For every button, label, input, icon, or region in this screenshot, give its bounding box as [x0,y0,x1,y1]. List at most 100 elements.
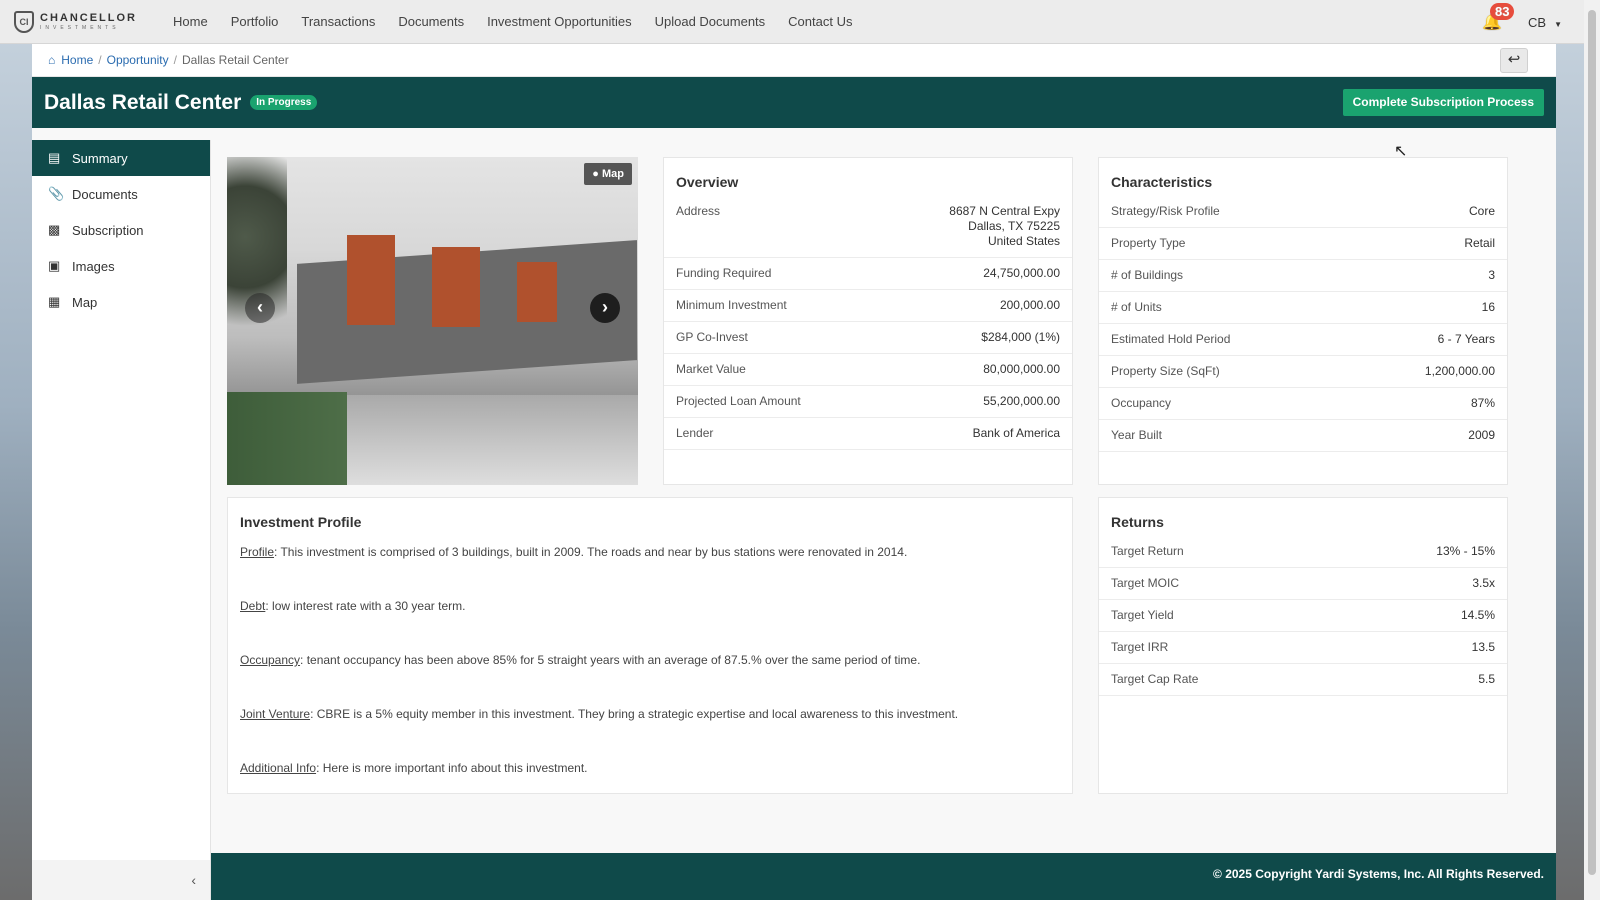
user-menu[interactable]: CB ▼ [1528,15,1562,30]
property-image-carousel[interactable]: ● Map ‹ › [227,157,638,485]
profile-paragraph-label: Debt [240,599,266,613]
main-nav: Home Portfolio Transactions Documents In… [162,14,864,29]
sidebar-collapse-button[interactable]: ‹ [32,860,210,900]
characteristics-row: Estimated Hold Period 6 - 7 Years [1099,324,1507,356]
profile-paragraph-label: Joint Venture [240,707,311,721]
breadcrumb-separator: / [173,53,177,67]
nav-upload-documents[interactable]: Upload Documents [655,14,766,29]
nav-portfolio[interactable]: Portfolio [231,14,279,29]
characteristics-row: Property Type Retail [1099,228,1507,260]
row-label: GP Co-Invest [676,330,748,344]
profile-paragraph-text: : tenant occupancy has been above 85% fo… [300,653,921,667]
returns-row: Target Cap Rate 5.5 [1099,664,1507,696]
row-label: Year Built [1111,428,1162,442]
planter-shape [227,392,347,485]
copyright-text: © 2025 Copyright Yardi Systems, Inc. All… [1213,867,1544,881]
row-label: Occupancy [1111,396,1172,410]
row-value: Bank of America [972,426,1060,440]
row-value: Retail [1464,236,1495,250]
map-icon: ▦ [48,294,61,309]
profile-paragraph: Profile: This investment is comprised of… [228,544,1072,590]
row-label: Target MOIC [1111,576,1180,590]
notification-bell-icon[interactable]: 🔔 83 [1482,3,1515,32]
facade-panel [432,247,480,327]
logo-name: CHANCELLOR [40,11,137,24]
row-label: Target Return [1111,544,1184,558]
row-label: Property Type [1111,236,1186,250]
nav-documents[interactable]: Documents [398,14,464,29]
nav-investment-opportunities[interactable]: Investment Opportunities [487,14,632,29]
row-label: # of Buildings [1111,268,1184,282]
top-navbar: CI CHANCELLOR INVESTMENTS Home Portfolio… [0,0,1584,44]
carousel-next-button[interactable]: › [590,293,620,323]
chevron-right-icon: › [602,297,608,317]
characteristics-row: Strategy/Risk Profile Core [1099,196,1507,228]
facade-panel [347,235,395,325]
nav-home[interactable]: Home [173,14,208,29]
investment-profile-card: Investment Profile Profile: This investm… [227,497,1073,794]
home-icon[interactable]: ⌂ [48,53,55,67]
investment-profile-title: Investment Profile [240,514,362,530]
row-value: 80,000,000.00 [983,362,1060,376]
sidebar-item-label: Documents [72,186,138,202]
mouse-cursor-icon: ↖ [1394,143,1408,160]
back-button[interactable]: ↩ [1500,48,1528,73]
characteristics-row: Property Size (SqFt) 1,200,000.00 [1099,356,1507,388]
carousel-prev-button[interactable]: ‹ [245,293,275,323]
nav-contact-us[interactable]: Contact Us [788,14,852,29]
row-label: # of Units [1111,300,1162,314]
sidebar-item-documents[interactable]: 📎 Documents [32,176,210,212]
sidebar-item-images[interactable]: ▣ Images [32,248,210,284]
facade-panel [517,262,557,322]
breadcrumb-opportunity[interactable]: Opportunity [107,53,169,67]
row-value: 87% [1470,396,1495,410]
overview-row: Projected Loan Amount 55,200,000.00 [664,386,1072,418]
returns-row: Target Yield 14.5% [1099,600,1507,632]
logo-tagline: INVESTMENTS [40,24,120,31]
sidebar-item-summary[interactable]: ▤ Summary [32,140,210,176]
profile-paragraph: Debt: low interest rate with a 30 year t… [228,598,1072,644]
returns-card: Returns Target Return 13% - 15% Target MO… [1098,497,1508,794]
chevron-left-icon: ‹ [191,872,196,888]
row-value: 24,750,000.00 [983,266,1060,280]
notification-count-badge: 83 [1490,3,1515,20]
file-icon: ▩ [48,222,61,237]
scrollbar-thumb[interactable] [1588,10,1596,875]
page-title: Dallas Retail Center [44,90,242,114]
id-card-icon: ▤ [48,150,61,165]
address-value: 8687 N Central Expy Dallas, TX 75225 Uni… [949,204,1060,249]
returns-row: Target Return 13% - 15% [1099,536,1507,568]
user-initials: CB [1528,14,1547,30]
breadcrumb-home[interactable]: Home [61,53,93,67]
row-label: Market Value [676,362,746,376]
row-label: Target Cap Rate [1111,672,1199,686]
row-value: 55,200,000.00 [983,394,1060,408]
logo[interactable]: CI CHANCELLOR INVESTMENTS [14,10,162,33]
profile-paragraph-label: Occupancy [240,653,301,667]
overview-row: Market Value 80,000,000.00 [664,354,1072,386]
returns-row: Target IRR 13.5 [1099,632,1507,664]
shield-logo-icon: CI [14,10,34,33]
sidebar-item-subscription[interactable]: ▩ Subscription [32,212,210,248]
complete-subscription-button[interactable]: Complete Subscription Process [1342,89,1544,116]
map-button[interactable]: ● Map [584,163,632,185]
back-arrow-icon: ↩ [1507,51,1521,68]
profile-paragraph: Additional Info: Here is more important … [228,760,1072,806]
overview-row-address: Address 8687 N Central Expy Dallas, TX 7… [664,196,1072,258]
tree-shape [227,157,287,357]
paperclip-icon: 📎 [48,186,65,201]
row-label: Funding Required [676,266,772,280]
profile-paragraph-text: : low interest rate with a 30 year term. [265,599,466,613]
chevron-left-icon: ‹ [257,297,263,317]
profile-paragraph-label: Additional Info [240,761,317,775]
image-icon: ▣ [48,258,61,273]
nav-transactions[interactable]: Transactions [301,14,375,29]
sidebar-item-label: Subscription [72,222,144,238]
characteristics-title: Characteristics [1111,174,1213,190]
row-label: Property Size (SqFt) [1111,364,1220,378]
page-scrollbar[interactable] [1584,0,1600,900]
sidebar-item-map[interactable]: ▦ Map [32,284,210,320]
row-label: Minimum Investment [676,298,787,312]
status-badge: In Progress [250,95,318,110]
row-label: Lender [676,426,714,440]
